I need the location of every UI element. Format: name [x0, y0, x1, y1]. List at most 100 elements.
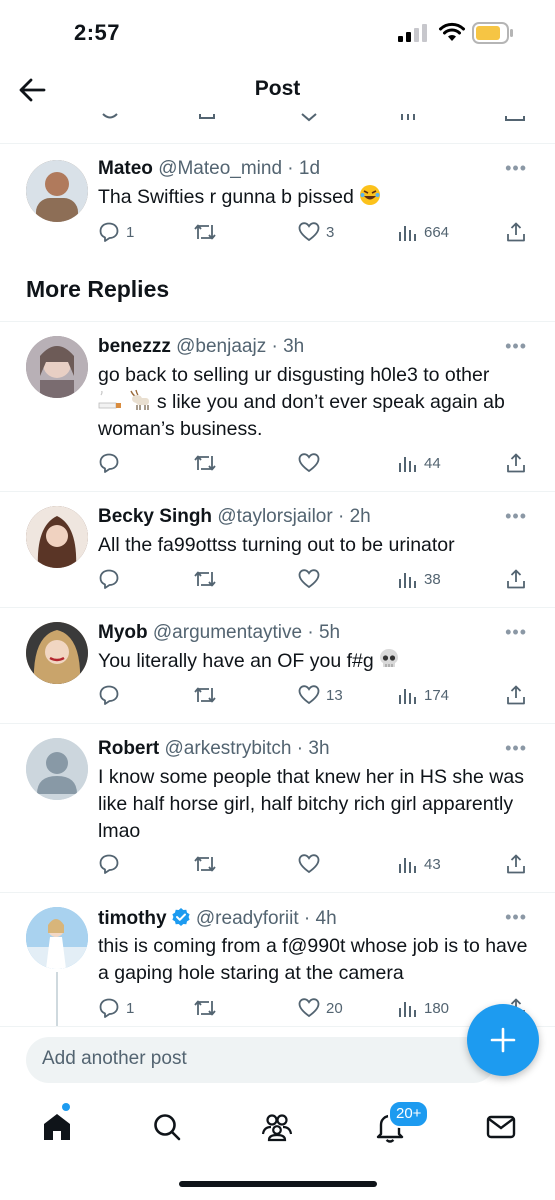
- views-count: 43: [424, 855, 441, 873]
- post-time: 5h: [318, 622, 341, 643]
- post-time: 1d: [298, 158, 321, 179]
- skull-emoji-icon: [380, 649, 399, 667]
- post-text: this is coming from a f@990t whose job i…: [98, 935, 528, 984]
- default-avatar[interactable]: [26, 738, 88, 800]
- share-button[interactable]: [505, 450, 527, 476]
- more-options-icon[interactable]: •••: [505, 158, 527, 179]
- repost-button[interactable]: [193, 566, 223, 592]
- author-handle[interactable]: @benjaajz: [176, 336, 266, 357]
- share-button[interactable]: [505, 566, 527, 592]
- avatar[interactable]: [26, 506, 88, 568]
- post-text: I know some people that knew her in HS s…: [98, 766, 524, 842]
- cigarette-emoji-icon: [98, 391, 121, 409]
- repost-button[interactable]: [193, 219, 223, 245]
- reply-icon: [99, 854, 119, 874]
- previous-post-actions-cutoff: [0, 112, 555, 126]
- verified-badge-icon: [172, 908, 190, 926]
- post-actions: 1 3 664: [98, 219, 528, 245]
- reply-button[interactable]: [98, 682, 126, 708]
- views-button[interactable]: 664: [398, 219, 449, 245]
- add-post-input[interactable]: Add another post: [26, 1037, 496, 1083]
- heart-icon: [298, 569, 320, 589]
- reply-icon: [99, 685, 119, 705]
- post-time: 2h: [349, 506, 371, 527]
- author-handle[interactable]: @taylorsjailor: [217, 506, 332, 527]
- reply-icon: [99, 998, 119, 1018]
- more-options-icon[interactable]: •••: [505, 907, 527, 928]
- views-button[interactable]: 43: [398, 851, 441, 877]
- views-count: 44: [424, 454, 441, 472]
- more-options-icon[interactable]: •••: [505, 738, 527, 759]
- avatar[interactable]: [26, 907, 88, 969]
- home-indicator: [179, 1181, 377, 1187]
- status-bar: 2:57: [0, 0, 555, 62]
- like-button[interactable]: 3: [298, 219, 334, 245]
- author-handle[interactable]: @arkestrybitch: [165, 738, 292, 759]
- compose-fab-button[interactable]: [467, 1004, 539, 1076]
- like-count: 3: [326, 223, 335, 241]
- views-count: 38: [424, 570, 441, 588]
- cellular-signal-icon: [398, 24, 427, 42]
- avatar[interactable]: [26, 336, 88, 398]
- like-button[interactable]: [298, 851, 326, 877]
- more-options-icon[interactable]: •••: [505, 622, 527, 643]
- repost-button[interactable]: [193, 851, 223, 877]
- repost-button[interactable]: [193, 450, 223, 476]
- reply-button[interactable]: 1: [98, 995, 134, 1021]
- views-count: 664: [424, 223, 450, 241]
- share-button[interactable]: [505, 682, 527, 708]
- page-title: Post: [254, 77, 301, 100]
- repost-button[interactable]: [193, 995, 223, 1021]
- like-button[interactable]: 20: [298, 995, 343, 1021]
- post-text-line-1: go back to selling ur disgusting h0le3 t…: [98, 364, 490, 386]
- share-button[interactable]: [505, 219, 527, 245]
- repost-button[interactable]: [193, 682, 223, 708]
- heart-icon: [298, 854, 320, 874]
- reply-button[interactable]: [98, 566, 126, 592]
- author-name[interactable]: benezzz: [98, 336, 171, 357]
- reply-icon: [99, 222, 119, 242]
- post-time: 3h: [308, 738, 330, 759]
- views-chart-icon: [399, 689, 416, 704]
- divider: [0, 723, 555, 724]
- mail-icon: [486, 1115, 516, 1139]
- heart-icon: [298, 998, 320, 1018]
- author-name[interactable]: Becky Singh: [98, 506, 212, 527]
- more-options-icon[interactable]: •••: [505, 506, 527, 527]
- reply-button[interactable]: 1: [98, 219, 134, 245]
- views-button[interactable]: 174: [398, 682, 449, 708]
- tab-search[interactable]: [150, 1110, 184, 1144]
- author-handle[interactable]: @Mateo_mind: [158, 158, 282, 179]
- views-button[interactable]: 38: [398, 566, 441, 592]
- like-button[interactable]: [298, 566, 326, 592]
- divider: [0, 491, 555, 492]
- reply-button[interactable]: [98, 450, 126, 476]
- heart-icon: [298, 222, 320, 242]
- tab-home[interactable]: [40, 1110, 74, 1144]
- tab-messages[interactable]: [484, 1110, 518, 1144]
- divider: [0, 321, 555, 322]
- status-time: 2:57: [74, 20, 121, 45]
- reply-button[interactable]: [98, 851, 126, 877]
- views-count: 174: [424, 686, 450, 704]
- author-name[interactable]: timothy: [98, 908, 167, 929]
- post-text: You literally have an OF you f#g: [98, 650, 374, 672]
- author-handle[interactable]: @readyforiit: [196, 908, 299, 929]
- like-button[interactable]: 13: [298, 682, 343, 708]
- repost-icon: [194, 856, 216, 872]
- views-button[interactable]: 44: [398, 450, 441, 476]
- section-title: More Replies: [26, 276, 170, 302]
- avatar[interactable]: [26, 160, 88, 222]
- author-name[interactable]: Mateo: [98, 158, 153, 179]
- notifications-badge: 20+: [388, 1100, 430, 1128]
- tab-communities[interactable]: [260, 1110, 294, 1144]
- repost-icon: [194, 224, 216, 240]
- author-name[interactable]: Robert: [98, 738, 159, 759]
- like-button[interactable]: [298, 450, 326, 476]
- more-options-icon[interactable]: •••: [505, 336, 527, 357]
- author-name[interactable]: Myob: [98, 622, 148, 643]
- share-button[interactable]: [505, 851, 527, 877]
- author-handle[interactable]: @argumentaytive: [153, 622, 302, 643]
- views-button[interactable]: 180: [398, 995, 449, 1021]
- avatar[interactable]: [26, 622, 88, 684]
